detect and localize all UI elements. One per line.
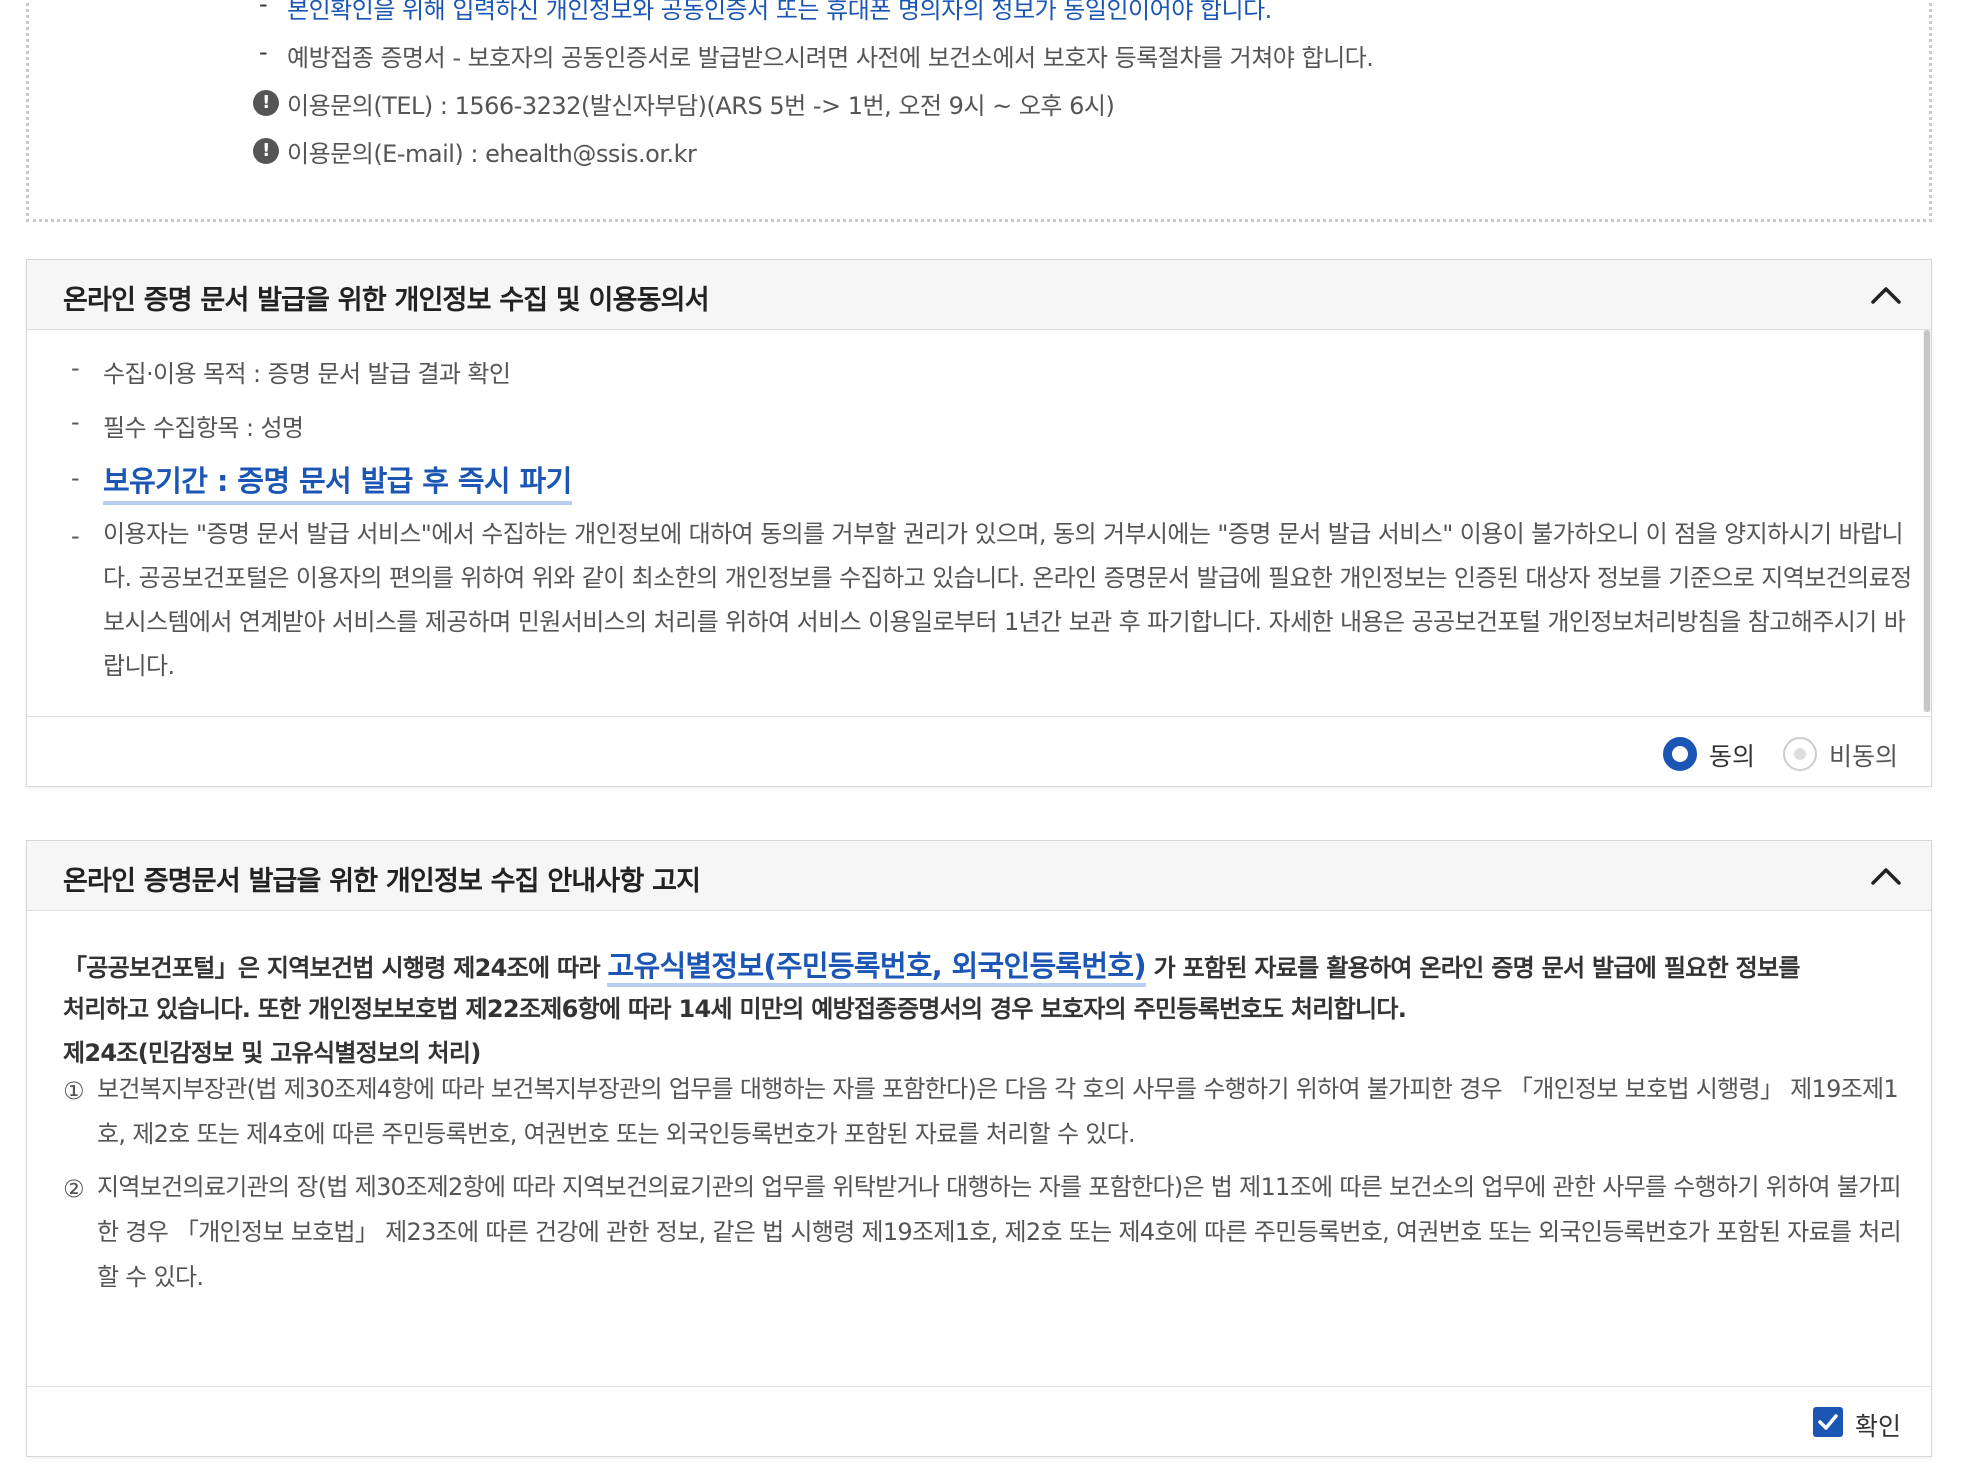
chevron-up-icon[interactable] [1869, 280, 1903, 310]
consent-panel-header[interactable]: 온라인 증명 문서 발급을 위한 개인정보 수집 및 이용동의서 [27, 260, 1931, 330]
notice-footer: 확인 [27, 1386, 1931, 1456]
confirm-checkbox[interactable]: 확인 [1813, 1403, 1903, 1443]
checkmark-icon [1818, 1414, 1838, 1430]
agree-label[interactable]: 동의 [1709, 737, 1755, 773]
consent-item-text: 필수 수집항목 : 성명 [103, 414, 304, 442]
intro-text-post: 가 포함된 자료를 활용하여 온라인 증명 문서 발급에 필요한 정보를 [1153, 954, 1801, 982]
clause-number: ① [63, 1077, 85, 1105]
contact-tel-text: 이용문의(TEL) : 1566-3232(발신자부담)(ARS 5번 -> 1… [287, 92, 1115, 120]
notice-item-text: 본인확인을 위해 입력하신 개인정보와 공동인증서 또는 휴대폰 명의자의 정보… [287, 0, 1272, 24]
panel-title: 온라인 증명 문서 발급을 위한 개인정보 수집 및 이용동의서 [63, 285, 710, 316]
dash-bullet: - [71, 408, 80, 436]
confirm-label[interactable]: 확인 [1855, 1407, 1901, 1443]
dash-bullet: - [259, 38, 268, 66]
exclamation-circle-icon: ! [253, 138, 279, 164]
contact-email-text: 이용문의(E-mail) : ehealth@ssis.or.kr [287, 140, 697, 168]
chevron-up-icon[interactable] [1869, 861, 1903, 891]
intro-highlight: 고유식별정보(주민등록번호, 외국인등록번호) [607, 949, 1147, 987]
disagree-label[interactable]: 비동의 [1829, 737, 1898, 773]
consent-item-text: 수집·이용 목적 : 증명 문서 발급 결과 확인 [103, 360, 511, 388]
clause-number: ② [63, 1175, 85, 1203]
notice-intro-line1: 「공공보건포털」은 지역보건법 시행령 제24조에 따라 고유식별정보(주민등록… [63, 943, 1801, 987]
checkbox-checked-icon[interactable] [1813, 1407, 1843, 1437]
notice-item-text: 예방접종 증명서 - 보호자의 공동인증서로 발급받으시려면 사전에 보건소에서… [287, 44, 1374, 72]
dash-bullet: - [71, 354, 80, 382]
clause-text: 보건복지부장관(법 제30조제4항에 따라 보건복지부장관의 업무를 대행하는 … [97, 1075, 1899, 1148]
dash-bullet: - [259, 0, 268, 18]
consent-paragraph: 이용자는 "증명 문서 발급 서비스"에서 수집하는 개인정보에 대하여 동의를… [103, 520, 1912, 680]
radio-checked-icon[interactable] [1663, 737, 1697, 771]
exclamation-circle-icon: ! [253, 90, 279, 116]
notice-box: - 본인확인을 위해 입력하신 개인정보와 공동인증서 또는 휴대폰 명의자의 … [26, 0, 1932, 222]
consent-footer: 동의 비동의 [27, 716, 1931, 786]
scrollbar[interactable] [1923, 330, 1931, 712]
article-title: 제24조(민감정보 및 고유식별정보의 처리) [63, 1039, 481, 1067]
consent-radio-group: 동의 비동의 [1663, 733, 1903, 773]
consent-item-text: 보유기간 : 증명 문서 발급 후 즉시 파기 [103, 458, 572, 505]
consent-panel: 온라인 증명 문서 발급을 위한 개인정보 수집 및 이용동의서 - 수집·이용… [26, 259, 1932, 787]
radio-unchecked-icon[interactable] [1783, 737, 1817, 771]
notice-panel-header[interactable]: 온라인 증명문서 발급을 위한 개인정보 수집 안내사항 고지 [27, 841, 1931, 911]
notice-intro-line2: 처리하고 있습니다. 또한 개인정보보호법 제22조제6항에 따라 14세 미만… [63, 995, 1407, 1023]
intro-text-pre: 「공공보건포털」은 지역보건법 시행령 제24조에 따라 [63, 954, 601, 982]
notice-panel: 온라인 증명문서 발급을 위한 개인정보 수집 안내사항 고지 「공공보건포털」… [26, 840, 1932, 1457]
panel-title: 온라인 증명문서 발급을 위한 개인정보 수집 안내사항 고지 [63, 866, 701, 897]
clause-text: 지역보건의료기관의 장(법 제30조제2항에 따라 지역보건의료기관의 업무를 … [97, 1173, 1902, 1291]
scrollbar-thumb[interactable] [1924, 330, 1930, 712]
dash-bullet: - [71, 464, 80, 492]
dash-bullet: - [71, 522, 80, 550]
